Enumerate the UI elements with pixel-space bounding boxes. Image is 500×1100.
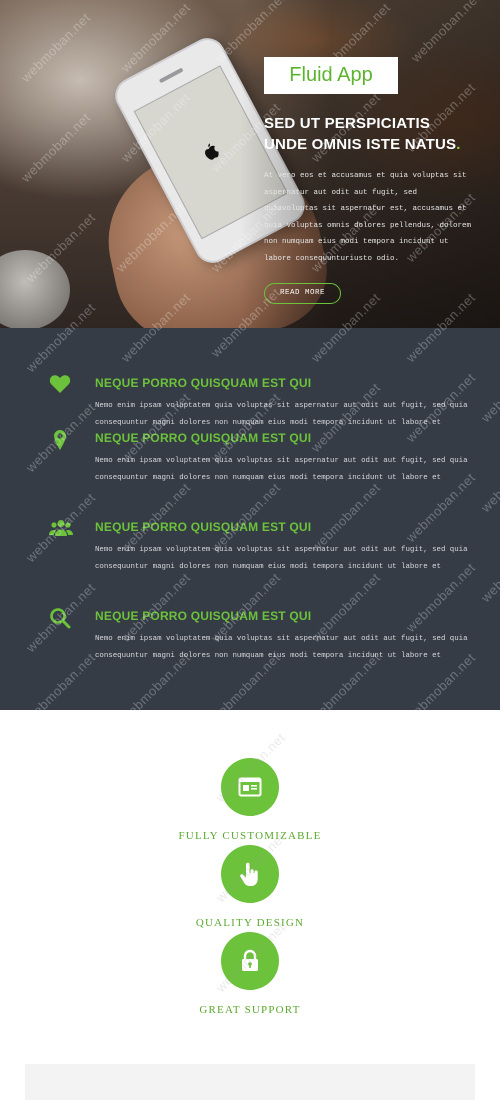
features-section: NEQUE PORRO QUISQUAM EST QUI Nemo enim i…: [0, 328, 500, 710]
feature-text: Nemo enim ipsam voluptatem quia voluptas…: [95, 457, 468, 482]
service-label: GREAT SUPPORT: [199, 1004, 301, 1016]
users-icon: [49, 519, 73, 541]
service-icon-circle[interactable]: [221, 845, 279, 903]
service-label: FULLY CUSTOMIZABLE: [178, 830, 322, 842]
map-pin-icon: [53, 429, 75, 451]
lock-icon: [242, 949, 258, 971]
hero-banner: Fluid App SED UT PERSPICIATIS UNDE OMNIS…: [0, 0, 500, 328]
feature-title: NEQUE PORRO QUISQUAM EST QUI: [95, 520, 312, 534]
brand-logo[interactable]: Fluid App: [264, 57, 398, 94]
feature-text: Nemo enim ipsam voluptatem quia voluptas…: [95, 635, 468, 660]
services-section: FULLY CUSTOMIZABLE QUALITY DESIGN GREAT …: [0, 710, 500, 1100]
feature-item: NEQUE PORRO QUISQUAM EST QUI Nemo enim i…: [0, 520, 500, 600]
search-icon: [49, 607, 71, 629]
feature-text: Nemo enim ipsam voluptatem quia voluptas…: [95, 402, 468, 427]
feature-title: NEQUE PORRO QUISQUAM EST QUI: [95, 431, 312, 445]
service-label: QUALITY DESIGN: [195, 917, 305, 929]
apple-logo-icon: [199, 140, 222, 163]
feature-text: Nemo enim ipsam voluptatem quia voluptas…: [95, 546, 468, 571]
service-icon-circle[interactable]: [221, 932, 279, 990]
read-more-button[interactable]: READ MORE: [264, 283, 341, 304]
hero-heading: SED UT PERSPICIATIS UNDE OMNIS ISTE NATU…: [264, 115, 461, 153]
feature-item: NEQUE PORRO QUISQUAM EST QUI Nemo enim i…: [0, 607, 500, 689]
pointer-hand-icon: [240, 862, 258, 886]
hero-description: At vero eos et accusamus et quia volupta…: [264, 172, 472, 263]
feature-title: NEQUE PORRO QUISQUAM EST QUI: [95, 376, 312, 390]
table-edge-image: [0, 250, 70, 328]
feature-title: NEQUE PORRO QUISQUAM EST QUI: [95, 609, 312, 623]
heart-icon: [49, 374, 71, 396]
footer-strip: [25, 1064, 475, 1100]
service-icon-circle[interactable]: [221, 758, 279, 816]
feature-item: NEQUE PORRO QUISQUAM EST QUI Nemo enim i…: [0, 429, 500, 511]
browser-card-icon: [238, 777, 262, 797]
